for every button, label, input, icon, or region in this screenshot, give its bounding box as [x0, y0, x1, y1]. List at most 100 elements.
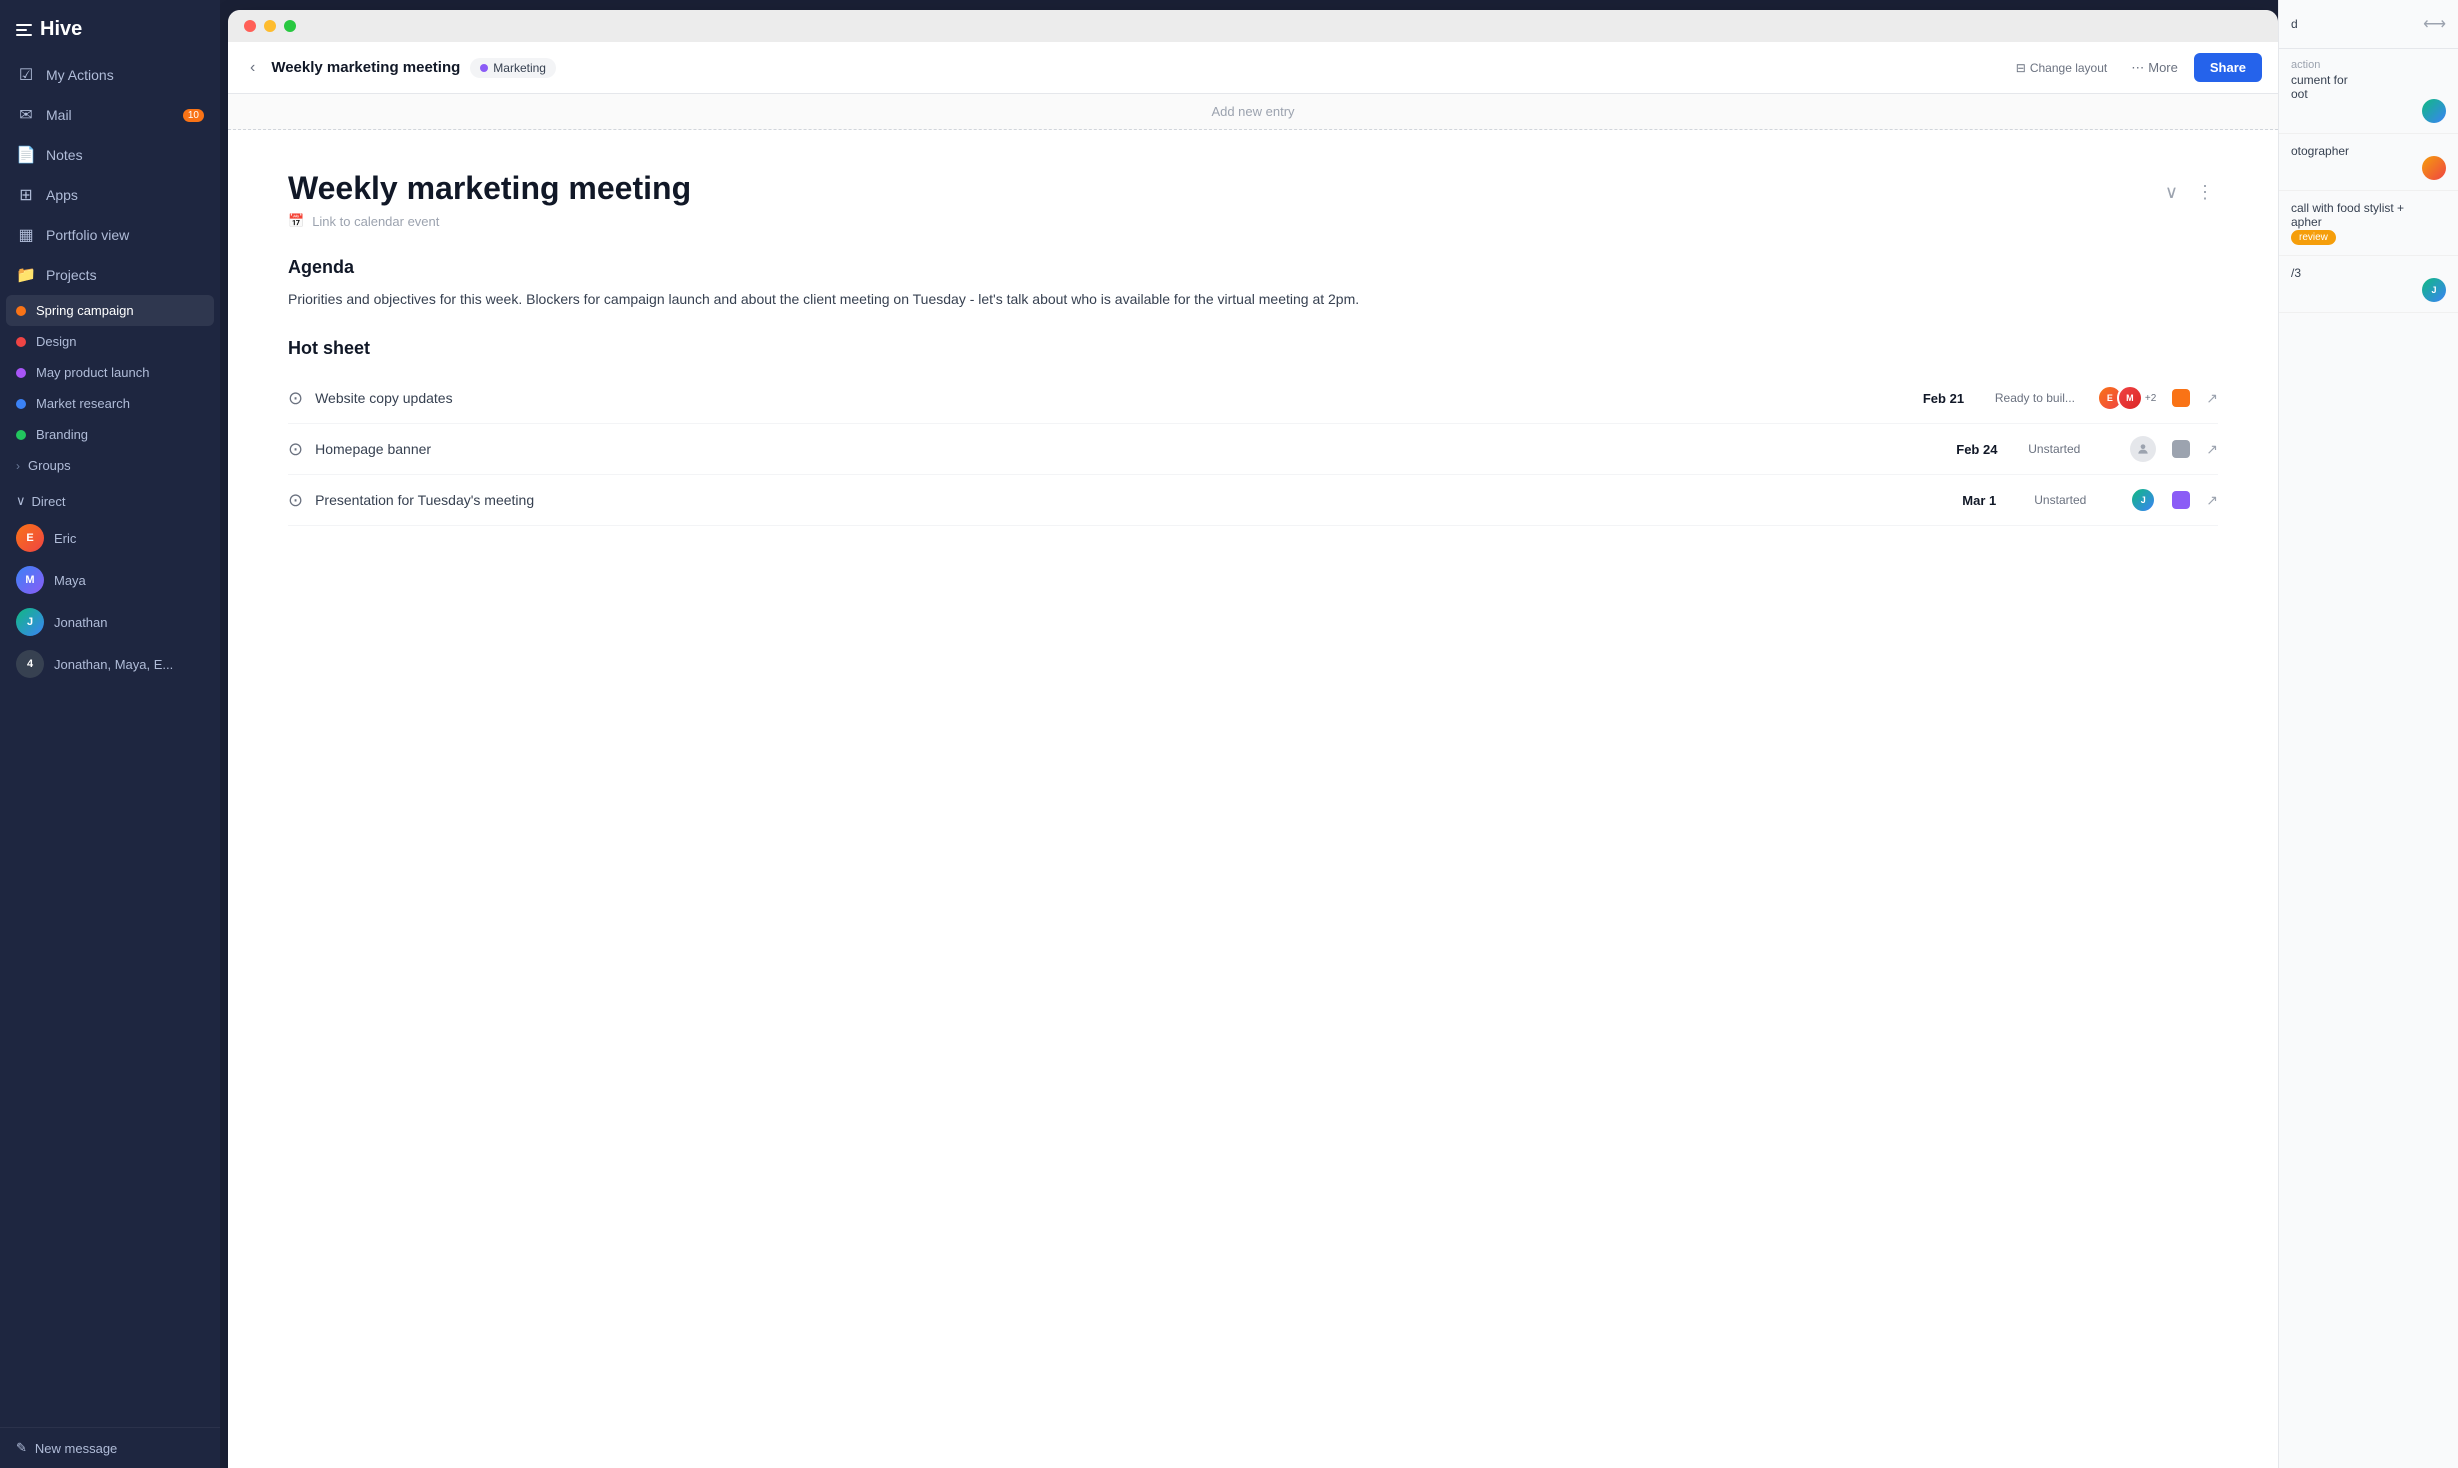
sidebar-item-spring-campaign[interactable]: Spring campaign	[6, 295, 214, 326]
external-link-icon[interactable]: ↗	[2206, 390, 2218, 407]
project-tag[interactable]: Marketing	[470, 58, 556, 78]
sidebar-item-mail[interactable]: ✉ Mail 10	[0, 95, 220, 135]
project-dot	[16, 430, 26, 440]
tag-dot	[480, 64, 488, 72]
main-area: ‹ Weekly marketing meeting Marketing ⊟ C…	[220, 0, 2458, 1468]
layout-icon: ⊟	[2016, 61, 2026, 75]
sidebar-item-label: Notes	[46, 147, 83, 163]
direct-header[interactable]: ∨ Direct	[16, 489, 204, 513]
table-row: ⊙ Website copy updates Feb 21 Ready to b…	[288, 373, 2218, 424]
task-avatars: J	[2136, 487, 2156, 513]
calendar-link-label: Link to calendar event	[312, 214, 439, 229]
sidebar-item-jonathan[interactable]: J Jonathan	[0, 601, 220, 643]
agenda-title: Agenda	[288, 257, 2218, 278]
sidebar-item-portfolio-view[interactable]: ▦ Portfolio view	[0, 215, 220, 255]
header-actions: ⊟ Change layout ⋯ More Share	[2008, 53, 2262, 82]
new-message-button[interactable]: ✎ New message	[0, 1427, 220, 1468]
external-link-icon[interactable]: ↗	[2206, 492, 2218, 509]
back-button[interactable]: ‹	[244, 55, 261, 81]
check-icon[interactable]: ⊙	[288, 439, 303, 460]
avatar-eric: E	[16, 524, 44, 552]
page-title: Weekly marketing meeting	[271, 59, 460, 76]
task-name: Website copy updates	[315, 390, 1911, 406]
maximize-button[interactable]	[284, 20, 296, 32]
task-avatars	[2130, 436, 2156, 462]
ellipsis-icon: ⋯	[2131, 60, 2144, 76]
avatar-group: 4	[16, 650, 44, 678]
note-header-row: Weekly marketing meeting ∨ ⋮	[288, 170, 2218, 207]
task-status: Unstarted	[2034, 493, 2124, 507]
edit-icon: ✎	[16, 1440, 27, 1456]
sidebar-item-groups[interactable]: › Groups	[0, 450, 220, 481]
app-header: ‹ Weekly marketing meeting Marketing ⊟ C…	[228, 42, 2278, 94]
avatar-jonathan: J	[16, 608, 44, 636]
minimize-button[interactable]	[264, 20, 276, 32]
sidebar-item-group-chat[interactable]: 4 Jonathan, Maya, E...	[0, 643, 220, 685]
color-swatch	[2172, 440, 2190, 458]
layout-label: Change layout	[2030, 61, 2107, 75]
avatar-plus-count: +2	[2145, 393, 2156, 404]
change-layout-button[interactable]: ⊟ Change layout	[2008, 55, 2115, 81]
task-date: Feb 21	[1923, 391, 1983, 406]
person-label: Jonathan	[54, 615, 108, 630]
sidebar-item-maya[interactable]: M Maya	[0, 559, 220, 601]
sidebar-item-may-product-launch[interactable]: May product launch	[0, 357, 220, 388]
panel-item-label: action	[2291, 59, 2446, 71]
sidebar-item-branding[interactable]: Branding	[0, 419, 220, 450]
project-label: Branding	[36, 427, 88, 442]
task-date: Mar 1	[1962, 493, 2022, 508]
sidebar-item-apps[interactable]: ⊞ Apps	[0, 175, 220, 215]
sidebar-item-notes[interactable]: 📄 Notes	[0, 135, 220, 175]
close-button[interactable]	[244, 20, 256, 32]
color-swatch	[2172, 389, 2190, 407]
right-panel-header: d ⟷	[2279, 0, 2458, 49]
chevron-down-icon: ∨	[16, 493, 26, 509]
sidebar-item-design[interactable]: Design	[0, 326, 220, 357]
notes-icon: 📄	[16, 145, 36, 165]
collapse-icon[interactable]: ∨	[2161, 178, 2182, 207]
add-entry-bar[interactable]: Add new entry	[228, 94, 2278, 130]
panel-item-action: action cument foroot	[2279, 49, 2458, 134]
note-header-icons: ∨ ⋮	[2161, 170, 2218, 207]
project-label: May product launch	[36, 365, 149, 380]
panel-item-photographer: otographer	[2279, 134, 2458, 191]
external-link-icon[interactable]: ↗	[2206, 441, 2218, 458]
options-icon[interactable]: ⋮	[2192, 178, 2218, 207]
person-label: Eric	[54, 531, 76, 546]
panel-item-food-stylist: call with food stylist +apher review	[2279, 191, 2458, 256]
task-status: Ready to buil...	[1995, 391, 2085, 405]
panel-item-value: cument foroot	[2291, 73, 2446, 101]
projects-icon: 📁	[16, 265, 36, 285]
calendar-icon: 📅	[288, 213, 304, 229]
group-label: Jonathan, Maya, E...	[54, 657, 173, 672]
project-label: Market research	[36, 396, 130, 411]
check-icon[interactable]: ⊙	[288, 388, 303, 409]
chevron-right-icon: ›	[16, 459, 20, 473]
groups-label: Groups	[28, 458, 71, 473]
sidebar-item-my-actions[interactable]: ☑ My Actions	[0, 55, 220, 95]
task-avatars: E M +2	[2097, 385, 2156, 411]
task-name: Homepage banner	[315, 441, 1944, 457]
sidebar-item-market-research[interactable]: Market research	[0, 388, 220, 419]
avatar-maya: M	[16, 566, 44, 594]
arrow-icon[interactable]: ⟷	[2423, 14, 2446, 34]
avatar-placeholder	[2130, 436, 2156, 462]
sidebar-item-eric[interactable]: E Eric	[0, 517, 220, 559]
calendar-link[interactable]: 📅 Link to calendar event	[288, 213, 2218, 229]
panel-label: d	[2291, 17, 2298, 31]
sidebar-item-label: Projects	[46, 267, 97, 283]
mail-icon: ✉	[16, 105, 36, 125]
more-button[interactable]: ⋯ More	[2123, 54, 2186, 82]
tag-label: Marketing	[493, 61, 546, 75]
task-name: Presentation for Tuesday's meeting	[315, 492, 1950, 508]
status-badge: review	[2291, 230, 2336, 245]
task-status: Unstarted	[2028, 442, 2118, 456]
check-icon[interactable]: ⊙	[288, 490, 303, 511]
new-message-label: New message	[35, 1441, 117, 1456]
share-button[interactable]: Share	[2194, 53, 2262, 82]
project-label: Spring campaign	[36, 303, 134, 318]
hot-sheet-title: Hot sheet	[288, 338, 2218, 359]
avatar	[2422, 99, 2446, 123]
right-panel: d ⟷ action cument foroot otographer call…	[2278, 0, 2458, 1468]
sidebar-item-projects[interactable]: 📁 Projects	[0, 255, 220, 295]
